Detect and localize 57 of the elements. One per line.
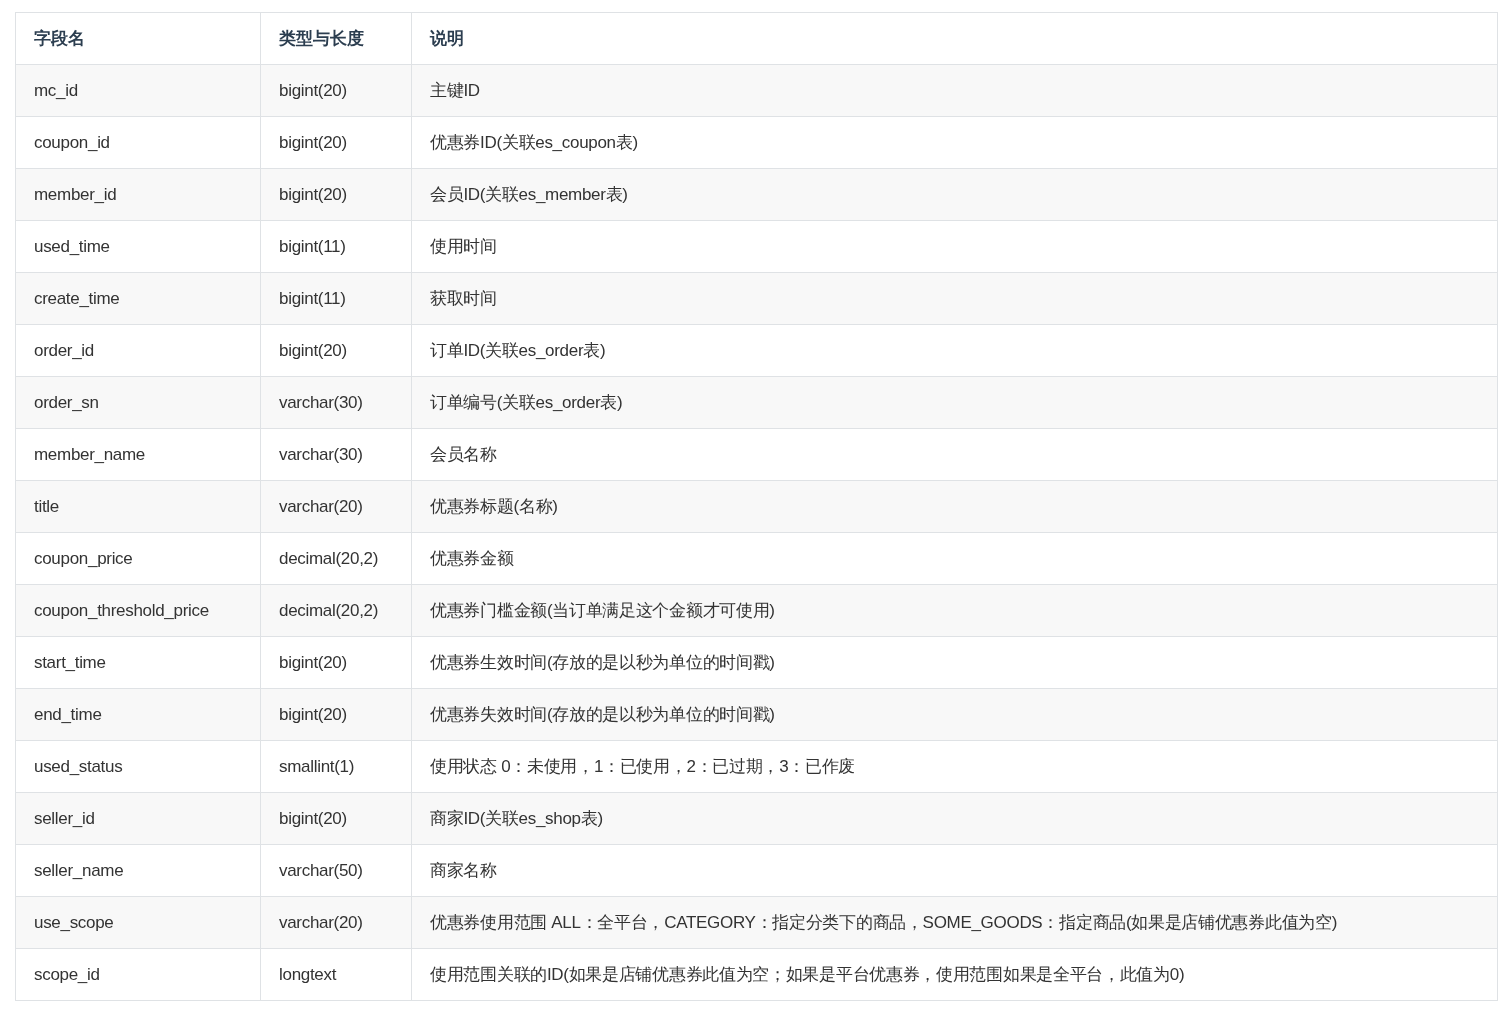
table-cell: 优惠券使用范围 ALL：全平台，CATEGORY：指定分类下的商品，SOME_GOODS：指定商品(如果是店铺优惠券此值为空) xyxy=(411,896,1498,949)
table-cell: 优惠券金额 xyxy=(411,532,1498,585)
table-cell: 主键ID xyxy=(411,64,1498,117)
table-cell: bigint(20) xyxy=(260,688,412,741)
table-cell: used_time xyxy=(15,220,261,273)
table-cell: varchar(30) xyxy=(260,428,412,481)
table-cell: 优惠券ID(关联es_coupon表) xyxy=(411,116,1498,169)
table-cell: 订单ID(关联es_order表) xyxy=(411,324,1498,377)
table-cell: 会员ID(关联es_member表) xyxy=(411,168,1498,221)
table-cell: order_id xyxy=(15,324,261,377)
table-cell: mc_id xyxy=(15,64,261,117)
table-cell: bigint(11) xyxy=(260,272,412,325)
table-cell: 商家ID(关联es_shop表) xyxy=(411,792,1498,845)
table-cell: scope_id xyxy=(15,948,261,1001)
table-cell: 使用时间 xyxy=(411,220,1498,273)
table-cell: bigint(20) xyxy=(260,792,412,845)
table-cell: used_status xyxy=(15,740,261,793)
table-cell: coupon_threshold_price xyxy=(15,584,261,637)
table-cell: coupon_price xyxy=(15,532,261,585)
table-cell: title xyxy=(15,480,261,533)
table-cell: decimal(20,2) xyxy=(260,532,412,585)
table-cell: 订单编号(关联es_order表) xyxy=(411,376,1498,429)
table-cell: 使用状态 0：未使用，1：已使用，2：已过期，3：已作废 xyxy=(411,740,1498,793)
table-cell: seller_id xyxy=(15,792,261,845)
table-cell: start_time xyxy=(15,636,261,689)
table-cell: member_name xyxy=(15,428,261,481)
column-header: 类型与长度 xyxy=(260,12,412,65)
table-cell: seller_name xyxy=(15,844,261,897)
table-cell: 优惠券门槛金额(当订单满足这个金额才可使用) xyxy=(411,584,1498,637)
table-cell: varchar(20) xyxy=(260,480,412,533)
table-cell: 优惠券标题(名称) xyxy=(411,480,1498,533)
table-cell: bigint(20) xyxy=(260,324,412,377)
table-cell: 获取时间 xyxy=(411,272,1498,325)
table-cell: 商家名称 xyxy=(411,844,1498,897)
table-cell: 使用范围关联的ID(如果是店铺优惠券此值为空；如果是平台优惠券，使用范围如果是全平台，此值为0) xyxy=(411,948,1498,1001)
table-cell: use_scope xyxy=(15,896,261,949)
column-header: 字段名 xyxy=(15,12,261,65)
table-cell: decimal(20,2) xyxy=(260,584,412,637)
table-cell: bigint(20) xyxy=(260,168,412,221)
table-cell: bigint(20) xyxy=(260,116,412,169)
table-cell: member_id xyxy=(15,168,261,221)
column-header: 说明 xyxy=(411,12,1498,65)
table-cell: bigint(20) xyxy=(260,64,412,117)
table-cell: varchar(50) xyxy=(260,844,412,897)
table-cell: varchar(30) xyxy=(260,376,412,429)
table-cell: smallint(1) xyxy=(260,740,412,793)
table-cell: 会员名称 xyxy=(411,428,1498,481)
table-cell: longtext xyxy=(260,948,412,1001)
table-cell: end_time xyxy=(15,688,261,741)
table-cell: bigint(11) xyxy=(260,220,412,273)
table-cell: 优惠券生效时间(存放的是以秒为单位的时间戳) xyxy=(411,636,1498,689)
table-cell: order_sn xyxy=(15,376,261,429)
table-cell: create_time xyxy=(15,272,261,325)
table-cell: bigint(20) xyxy=(260,636,412,689)
table-cell: varchar(20) xyxy=(260,896,412,949)
table-cell: 优惠券失效时间(存放的是以秒为单位的时间戳) xyxy=(411,688,1498,741)
table-cell: coupon_id xyxy=(15,116,261,169)
